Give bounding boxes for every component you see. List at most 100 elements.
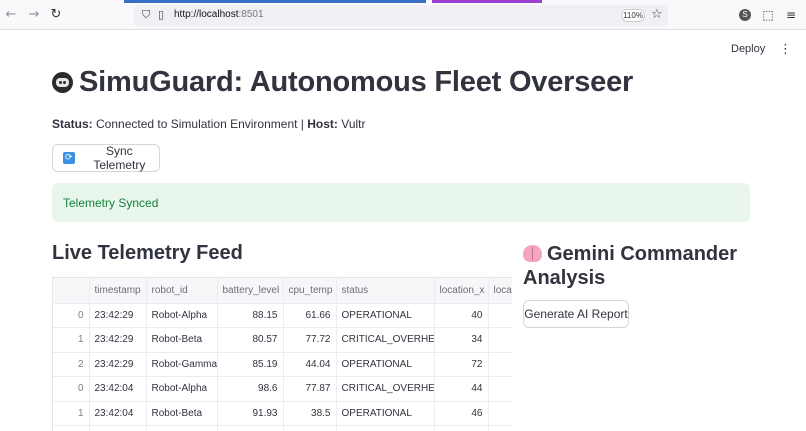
- success-alert: Telemetry Synced: [52, 183, 750, 222]
- location-x-cell[interactable]: 46: [434, 401, 489, 426]
- telemetry-table[interactable]: timestamp robot_id battery_level cpu_tem…: [52, 277, 512, 431]
- robot-id-cell[interactable]: Robot-Alpha: [146, 376, 218, 402]
- column-header-location-x[interactable]: location_x: [434, 278, 489, 304]
- battery-level-cell[interactable]: 91.93: [217, 401, 284, 426]
- column-header-battery-level[interactable]: battery_level: [217, 278, 284, 304]
- url-port: :8501: [238, 9, 264, 20]
- location-x-cell[interactable]: 72: [434, 352, 489, 377]
- row-index[interactable]: 1: [53, 327, 90, 353]
- table-row: 1 23:42:04 Robot-Beta 91.93 38.5 OPERATIONAL 4…: [53, 401, 512, 426]
- gemini-heading: Gemini Commander Analysis: [523, 242, 763, 290]
- table-header-row: timestamp robot_id battery_level cpu_tem…: [53, 278, 512, 304]
- shield-icon[interactable]: ⛉: [142, 8, 150, 22]
- cpu-temp-cell[interactable]: 44.04: [283, 352, 337, 377]
- cpu-temp-cell[interactable]: 38.5: [283, 401, 337, 426]
- more-options-icon[interactable]: ⋮: [779, 42, 792, 57]
- browser-toolbar: ← → ↻ ⛉ ▯ http://localhost:8501 110% ☆ S…: [0, 0, 806, 30]
- row-index[interactable]: 2: [53, 352, 90, 377]
- row-index[interactable]: [53, 425, 90, 431]
- column-header-timestamp[interactable]: timestamp: [89, 278, 147, 304]
- account-avatar[interactable]: S: [739, 9, 751, 21]
- sync-telemetry-button[interactable]: ⟳ Sync Telemetry: [52, 144, 160, 172]
- brain-icon: [523, 245, 542, 262]
- status-label: Status:: [52, 117, 93, 131]
- battery-level-cell[interactable]: 80.57: [217, 327, 284, 353]
- deploy-button[interactable]: Deploy: [731, 43, 765, 55]
- gemini-heading-text: Gemini Commander Analysis: [523, 243, 738, 289]
- timestamp-cell[interactable]: 23:42:04: [89, 401, 147, 426]
- robot-id-cell[interactable]: Robot-Gamma: [146, 352, 218, 377]
- timestamp-cell[interactable]: 23:42:29: [89, 352, 147, 377]
- table-row: 1 23:42:29 Robot-Beta 80.57 77.72 CRITICAL_OV…: [53, 327, 512, 353]
- bookmark-star-icon[interactable]: ☆: [651, 7, 663, 22]
- status-cell[interactable]: OPERATIONAL: [336, 303, 435, 328]
- table-row: 2 23:42:29 Robot-Gamma 85.19 44.04 OPERATIONA…: [53, 352, 512, 377]
- url-text[interactable]: http://localhost:8501: [174, 9, 264, 20]
- battery-level-cell[interactable]: 88.15: [217, 303, 284, 328]
- row-index[interactable]: 1: [53, 401, 90, 426]
- zoom-level[interactable]: 110%: [621, 9, 645, 22]
- robot-id-cell[interactable]: Robot-Alpha: [146, 303, 218, 328]
- timestamp-cell[interactable]: 23:42:29: [89, 327, 147, 353]
- active-tab-indicator: [124, 0, 426, 3]
- cpu-temp-cell[interactable]: 77.72: [283, 327, 337, 353]
- location-y-cell[interactable]: [488, 425, 512, 431]
- status-cell[interactable]: OPERATIONAL: [336, 401, 435, 426]
- page-icon: ▯: [158, 8, 165, 21]
- robot-id-cell[interactable]: Robot-Beta: [146, 327, 218, 353]
- telemetry-grid: timestamp robot_id battery_level cpu_tem…: [53, 278, 512, 431]
- row-index[interactable]: 0: [53, 303, 90, 328]
- status-cell[interactable]: [336, 425, 435, 431]
- location-x-cell[interactable]: 44: [434, 376, 489, 402]
- cpu-temp-cell[interactable]: 61.66: [283, 303, 337, 328]
- table-row: [53, 425, 512, 431]
- reload-icon[interactable]: ↻: [48, 7, 64, 23]
- table-row: 0 23:42:04 Robot-Alpha 98.6 77.87 CRITICAL_OV…: [53, 376, 512, 402]
- timestamp-cell[interactable]: [89, 425, 147, 431]
- status-cell[interactable]: OPERATIONAL: [336, 352, 435, 377]
- title-row: SimuGuard: Autonomous Fleet Overseer: [52, 66, 633, 99]
- timestamp-cell[interactable]: 23:42:04: [89, 376, 147, 402]
- menu-icon[interactable]: ≡: [783, 7, 799, 23]
- robot-id-cell[interactable]: [146, 425, 218, 431]
- location-x-cell[interactable]: 40: [434, 303, 489, 328]
- robot-icon: [52, 72, 73, 93]
- battery-level-cell[interactable]: [217, 425, 284, 431]
- location-y-cell[interactable]: [488, 376, 512, 402]
- column-header-robot-id[interactable]: robot_id: [146, 278, 218, 304]
- status-line: Status: Connected to Simulation Environm…: [52, 117, 365, 131]
- column-header-location-truncated[interactable]: locat: [488, 278, 512, 304]
- location-y-cell[interactable]: [488, 401, 512, 426]
- sync-button-label: Sync Telemetry: [93, 144, 146, 172]
- back-arrow-icon[interactable]: ←: [3, 7, 19, 23]
- extensions-icon[interactable]: ⬚: [760, 7, 776, 23]
- url-host: localhost: [199, 9, 239, 20]
- page-title: SimuGuard: Autonomous Fleet Overseer: [79, 66, 634, 98]
- column-header-index[interactable]: [53, 278, 90, 304]
- status-cell[interactable]: CRITICAL_OVERHEAT: [336, 376, 435, 402]
- url-bar[interactable]: ⛉ ▯ http://localhost:8501 110% ☆: [134, 5, 668, 26]
- status-cell[interactable]: CRITICAL_OVERHEAT: [336, 327, 435, 353]
- url-prefix: http://: [174, 9, 200, 20]
- battery-level-cell[interactable]: 98.6: [217, 376, 284, 402]
- alert-text: Telemetry Synced: [63, 196, 159, 210]
- host-value: Vultr: [337, 117, 366, 131]
- column-header-status[interactable]: status: [336, 278, 435, 304]
- cpu-temp-cell[interactable]: 77.87: [283, 376, 337, 402]
- column-header-cpu-temp[interactable]: cpu_temp: [283, 278, 337, 304]
- status-value: Connected to Simulation Environment |: [92, 117, 308, 131]
- location-y-cell[interactable]: [488, 303, 512, 328]
- live-telemetry-heading: Live Telemetry Feed: [52, 242, 243, 264]
- location-x-cell[interactable]: 34: [434, 327, 489, 353]
- generate-ai-report-button[interactable]: Generate AI Report: [523, 300, 629, 328]
- table-row: 0 23:42:29 Robot-Alpha 88.15 61.66 OPERATIONA…: [53, 303, 512, 328]
- location-x-cell[interactable]: [434, 425, 489, 431]
- battery-level-cell[interactable]: 85.19: [217, 352, 284, 377]
- forward-arrow-icon[interactable]: →: [26, 7, 42, 23]
- row-index[interactable]: 0: [53, 376, 90, 402]
- location-y-cell[interactable]: [488, 327, 512, 353]
- timestamp-cell[interactable]: 23:42:29: [89, 303, 147, 328]
- location-y-cell[interactable]: [488, 352, 512, 377]
- cpu-temp-cell[interactable]: [283, 425, 337, 431]
- robot-id-cell[interactable]: Robot-Beta: [146, 401, 218, 426]
